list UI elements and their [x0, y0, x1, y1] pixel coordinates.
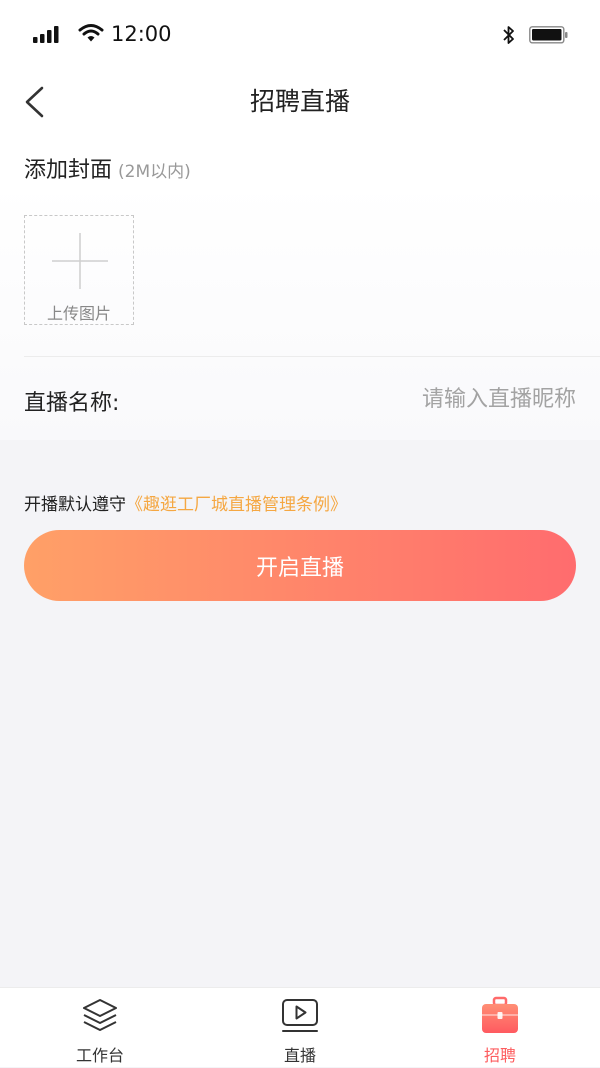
battery-icon — [529, 26, 568, 44]
start-live-button[interactable]: 开启直播 — [24, 530, 576, 601]
nav-bar: 招聘直播 — [0, 72, 600, 128]
divider — [24, 356, 600, 357]
cover-label-text: 添加封面 — [24, 158, 113, 183]
tab-label: 招聘 — [483, 1046, 516, 1065]
bluetooth-icon — [503, 26, 514, 44]
cover-section-label: 添加封面 (2M以内) — [24, 152, 191, 184]
rules-link[interactable]: 《趣逛工厂城直播管理条例》 — [126, 495, 347, 515]
page-title: 招聘直播 — [249, 87, 350, 116]
wifi-icon — [78, 24, 104, 42]
tab-recruit[interactable]: 招聘 — [400, 988, 600, 1068]
tab-label: 工作台 — [75, 1046, 124, 1065]
upload-image-button[interactable]: 上传图片 — [24, 215, 134, 325]
upload-image-label: 上传图片 — [46, 304, 111, 323]
rules-notice: 开播默认遵守《趣逛工厂城直播管理条例》 — [24, 490, 347, 515]
briefcase-icon — [482, 996, 518, 1033]
tab-bar: 工作台 直播 招聘 — [0, 987, 600, 1067]
status-time: 12:00 — [111, 22, 172, 46]
status-bar: 12:00 — [0, 0, 600, 72]
live-name-label: 直播名称: — [24, 391, 120, 416]
plus-icon — [52, 233, 108, 289]
tab-live[interactable]: 直播 — [200, 988, 400, 1068]
cover-size-hint: (2M以内) — [118, 162, 191, 182]
signal-icon — [33, 26, 59, 43]
tab-workbench[interactable]: 工作台 — [0, 988, 200, 1068]
play-screen-icon — [282, 999, 318, 1032]
live-name-input[interactable] — [340, 380, 576, 418]
rules-prefix: 开播默认遵守 — [24, 495, 126, 515]
tab-label: 直播 — [283, 1046, 316, 1065]
layers-icon — [83, 999, 117, 1031]
